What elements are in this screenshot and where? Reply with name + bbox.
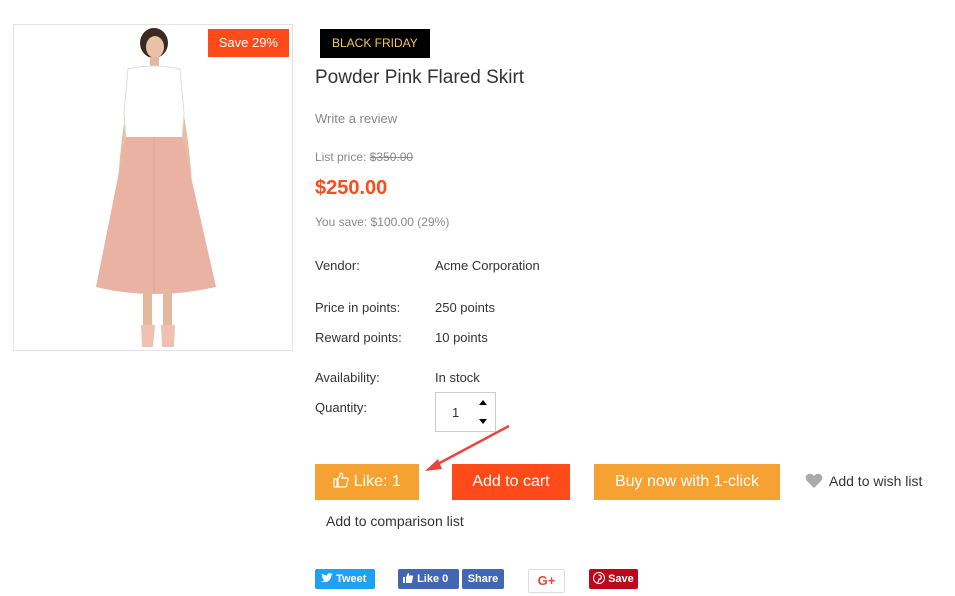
quantity-input[interactable]: 1 [452,405,459,420]
buy-now-button[interactable]: Buy now with 1-click [594,464,780,500]
pinterest-icon [593,572,605,584]
list-price-value: $350.00 [369,150,414,164]
price-points-label: Price in points: [315,300,401,315]
pinterest-save-label: Save [608,573,634,585]
spin-down-icon[interactable] [479,419,487,424]
promo-badge[interactable]: BLACK FRIDAY [320,29,430,58]
quantity-stepper[interactable]: 1 [435,392,496,432]
spin-up-icon[interactable] [479,400,487,405]
product-image[interactable]: Save 29% [13,24,293,351]
facebook-like-button[interactable]: Like 0 [398,569,459,589]
you-save: You save: $100.00 (29%) [315,215,450,229]
list-price: List price: $350.00 [315,150,413,164]
wish-list-label: Add to wish list [829,473,923,489]
vendor-value[interactable]: Acme Corporation [435,258,540,273]
facebook-share-button[interactable]: Share [462,569,504,589]
pinterest-save-button[interactable]: Save [589,569,638,589]
reward-points-value: 10 points [435,330,488,345]
reward-points-label: Reward points: [315,330,402,345]
vendor-label: Vendor: [315,258,360,273]
availability-value: In stock [435,370,480,385]
add-to-wish-list-button[interactable]: Add to wish list [805,473,922,489]
list-price-label: List price: [315,150,367,164]
twitter-icon [321,573,333,583]
price-points-value: 250 points [435,300,495,315]
like-button[interactable]: Like: 1 [315,464,419,500]
like-button-label: Like: 1 [353,473,401,490]
google-plus-button[interactable]: G+ [528,569,565,593]
heart-icon [805,473,823,488]
thumbs-up-icon [333,472,349,488]
write-review-link[interactable]: Write a review [315,111,397,126]
availability-label: Availability: [315,370,380,385]
facebook-like-label: Like 0 [417,573,449,585]
add-to-comparison-button[interactable]: Add to comparison list [326,513,464,529]
price: $250.00 [315,177,388,199]
save-badge: Save 29% [207,29,289,57]
quantity-label: Quantity: [315,400,368,415]
add-to-cart-button[interactable]: Add to cart [452,464,570,500]
tweet-button[interactable]: Tweet [315,569,375,589]
product-title: Powder Pink Flared Skirt [315,67,525,88]
facebook-icon [403,573,414,583]
tweet-label: Tweet [336,573,367,585]
model-illustration [96,28,216,347]
